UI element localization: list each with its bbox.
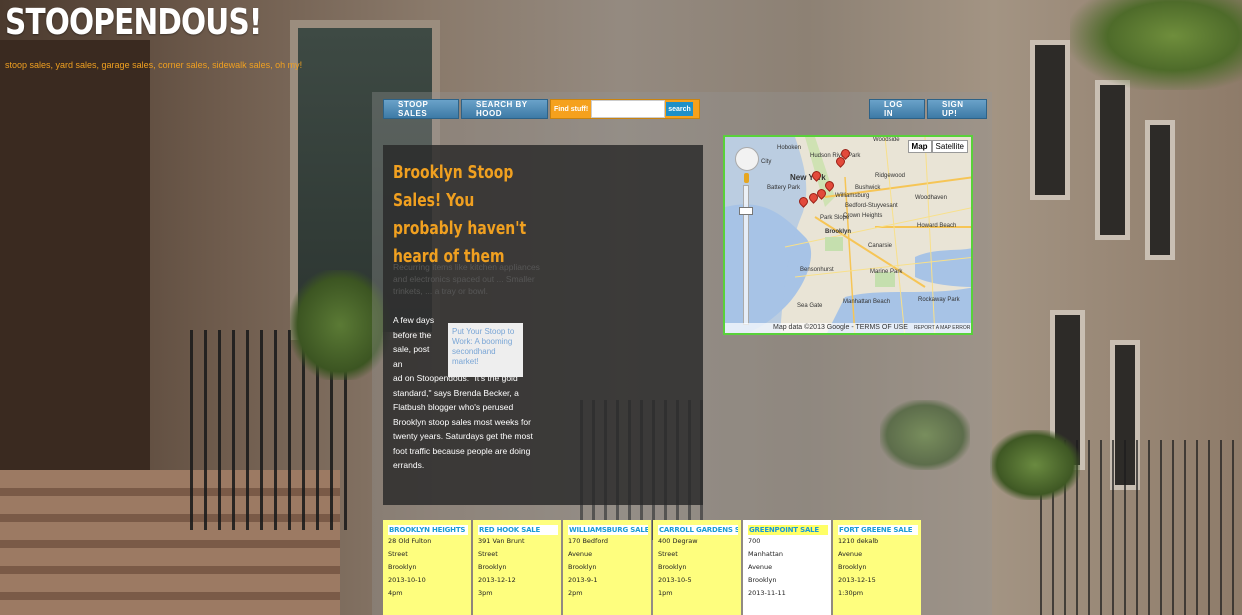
site-tagline: stoop sales, yard sales, garage sales, c…: [5, 60, 303, 70]
card-body-text: ad on Stoopendous. "It's the gold standa…: [393, 373, 533, 470]
tree: [1070, 0, 1242, 90]
sale-card[interactable]: GREENPOINT SALE 700 Manhattan Avenue Bro…: [743, 520, 831, 615]
sale-detail: 2pm: [568, 589, 583, 597]
map-label: Hoboken: [777, 145, 802, 151]
zoom-handle[interactable]: [739, 207, 753, 215]
map-label: Crown Heights: [843, 213, 883, 219]
sale-name[interactable]: FORT GREENE SALE: [838, 525, 918, 535]
sale-detail: 2013-12-15: [838, 576, 876, 584]
map-label: Canarsie: [868, 243, 893, 249]
card-title: Brooklyn Stoop Sales! You probably haven…: [393, 162, 527, 267]
account-nav: LOG IN SIGN UP!: [869, 99, 989, 119]
doorway: [0, 40, 150, 480]
map-type-satellite[interactable]: Satellite: [931, 140, 968, 153]
sale-name[interactable]: GREENPOINT SALE: [748, 525, 828, 535]
map-attribution: Map data ©2013 Google - TERMS OF USE REP…: [725, 323, 971, 333]
sale-detail: Avenue: [838, 550, 863, 558]
sale-detail: Brooklyn: [388, 563, 417, 571]
sale-detail: Brooklyn: [838, 563, 867, 571]
map-tiles: [725, 137, 971, 333]
pan-control[interactable]: [735, 147, 759, 171]
log-in-button[interactable]: LOG IN: [869, 99, 925, 119]
map-label: Battery Park: [767, 185, 801, 191]
sale-detail: 1210 dekalb: [838, 537, 879, 545]
sale-card[interactable]: WILLIAMSBURG SALE 170 Bedford Avenue Bro…: [563, 520, 651, 615]
sale-name[interactable]: CARROLL GARDENS SALE: [658, 525, 738, 535]
feature-card: Brooklyn Stoop Sales! You probably haven…: [383, 145, 703, 505]
sale-detail: 2013-10-10: [388, 576, 426, 584]
sale-detail: Brooklyn: [658, 563, 687, 571]
sale-detail: 3pm: [478, 589, 493, 597]
street-view-pegman[interactable]: [744, 173, 749, 183]
map-label: Rockaway Park: [918, 297, 960, 303]
bush: [990, 430, 1080, 500]
sale-detail: 700: [748, 537, 761, 545]
sale-name[interactable]: BROOKLYN HEIGHTS SALE: [388, 525, 468, 535]
sale-detail: 28 Old Fulton: [388, 537, 432, 545]
search-button[interactable]: search: [666, 102, 693, 116]
map-label: Sea Gate: [797, 303, 823, 309]
sale-detail: Avenue: [748, 563, 773, 571]
sale-name[interactable]: RED HOOK SALE: [478, 525, 558, 535]
pull-quote-link[interactable]: Put Your Stoop to Work: A booming second…: [448, 323, 523, 377]
window: [1030, 40, 1070, 200]
map-label: Bushwick: [855, 185, 881, 191]
nav-search-by-hood[interactable]: SEARCH BY HOOD: [461, 99, 548, 119]
map-label: Woodside: [873, 137, 900, 143]
sale-detail: Manhattan: [748, 550, 784, 558]
map-type-control: Map Satellite: [907, 140, 968, 153]
map-label: Manhattan Beach: [843, 299, 891, 305]
card-ghost-text: Recurring items like kitchen appliances …: [393, 262, 540, 296]
map-label: Howard Beach: [917, 223, 957, 229]
map-label: Hudson River Park: [810, 153, 861, 159]
sale-detail: Avenue: [568, 550, 593, 558]
main-nav: STOOP SALES SEARCH BY HOOD Find stuff! s…: [383, 99, 700, 119]
sale-detail: 170 Bedford: [568, 537, 609, 545]
google-map[interactable]: Map Satellite Woodside Hoboken Hudson Ri…: [723, 135, 973, 335]
map-label: Williamsburg: [835, 193, 870, 199]
sale-detail: Street: [478, 550, 498, 558]
window: [1145, 120, 1175, 260]
sale-detail: 1:30pm: [838, 589, 864, 597]
sale-card[interactable]: BROOKLYN HEIGHTS SALE 28 Old Fulton Stre…: [383, 520, 471, 615]
map-label: Brooklyn: [825, 229, 852, 235]
nav-stoop-sales[interactable]: STOOP SALES: [383, 99, 459, 119]
sale-detail: Brooklyn: [478, 563, 507, 571]
map-label: Marine Park: [870, 269, 903, 275]
map-type-map[interactable]: Map: [907, 140, 932, 153]
search-input[interactable]: [591, 100, 666, 118]
sale-detail: Street: [658, 550, 678, 558]
sale-detail: 400 Degraw: [658, 537, 698, 545]
sales-list: BROOKLYN HEIGHTS SALE 28 Old Fulton Stre…: [383, 520, 923, 615]
sale-detail: Brooklyn: [748, 576, 777, 584]
sale-card[interactable]: FORT GREENE SALE 1210 dekalb Avenue Broo…: [833, 520, 921, 615]
map-label: Bedford-Stuyvesant: [845, 203, 898, 209]
sale-detail: Street: [388, 550, 408, 558]
sale-card[interactable]: RED HOOK SALE 391 Van Brunt Street Brook…: [473, 520, 561, 615]
sale-card[interactable]: CARROLL GARDENS SALE 400 Degraw Street B…: [653, 520, 741, 615]
window: [1095, 80, 1130, 240]
map-report-link[interactable]: REPORT A MAP ERROR: [914, 325, 970, 331]
card-lead: A few days before the sale, post an: [393, 315, 435, 369]
site-title[interactable]: STOOPENDOUS!: [5, 2, 262, 43]
sale-detail: 2013-10-5: [658, 576, 692, 584]
map-label: Woodhaven: [915, 195, 947, 201]
map-label: Ridgewood: [875, 173, 906, 179]
zoom-slider[interactable]: [743, 185, 749, 325]
sale-name[interactable]: WILLIAMSBURG SALE: [568, 525, 648, 535]
sale-detail: 2013-12-12: [478, 576, 516, 584]
sale-detail: 391 Van Brunt: [478, 537, 525, 545]
sale-detail: 2013-11-11: [748, 589, 786, 597]
map-label: City: [761, 159, 772, 165]
sale-detail: 4pm: [388, 589, 403, 597]
find-stuff-label: Find stuff!: [554, 105, 589, 113]
sale-detail: 1pm: [658, 589, 673, 597]
map-label: Bensonhurst: [800, 267, 834, 273]
find-stuff-box: Find stuff! search: [550, 99, 700, 119]
sale-detail: 2013-9-1: [568, 576, 598, 584]
map-attribution-text: Map data ©2013 Google - TERMS OF USE: [773, 324, 908, 331]
sale-detail: Brooklyn: [568, 563, 597, 571]
sign-up-button[interactable]: SIGN UP!: [927, 99, 987, 119]
